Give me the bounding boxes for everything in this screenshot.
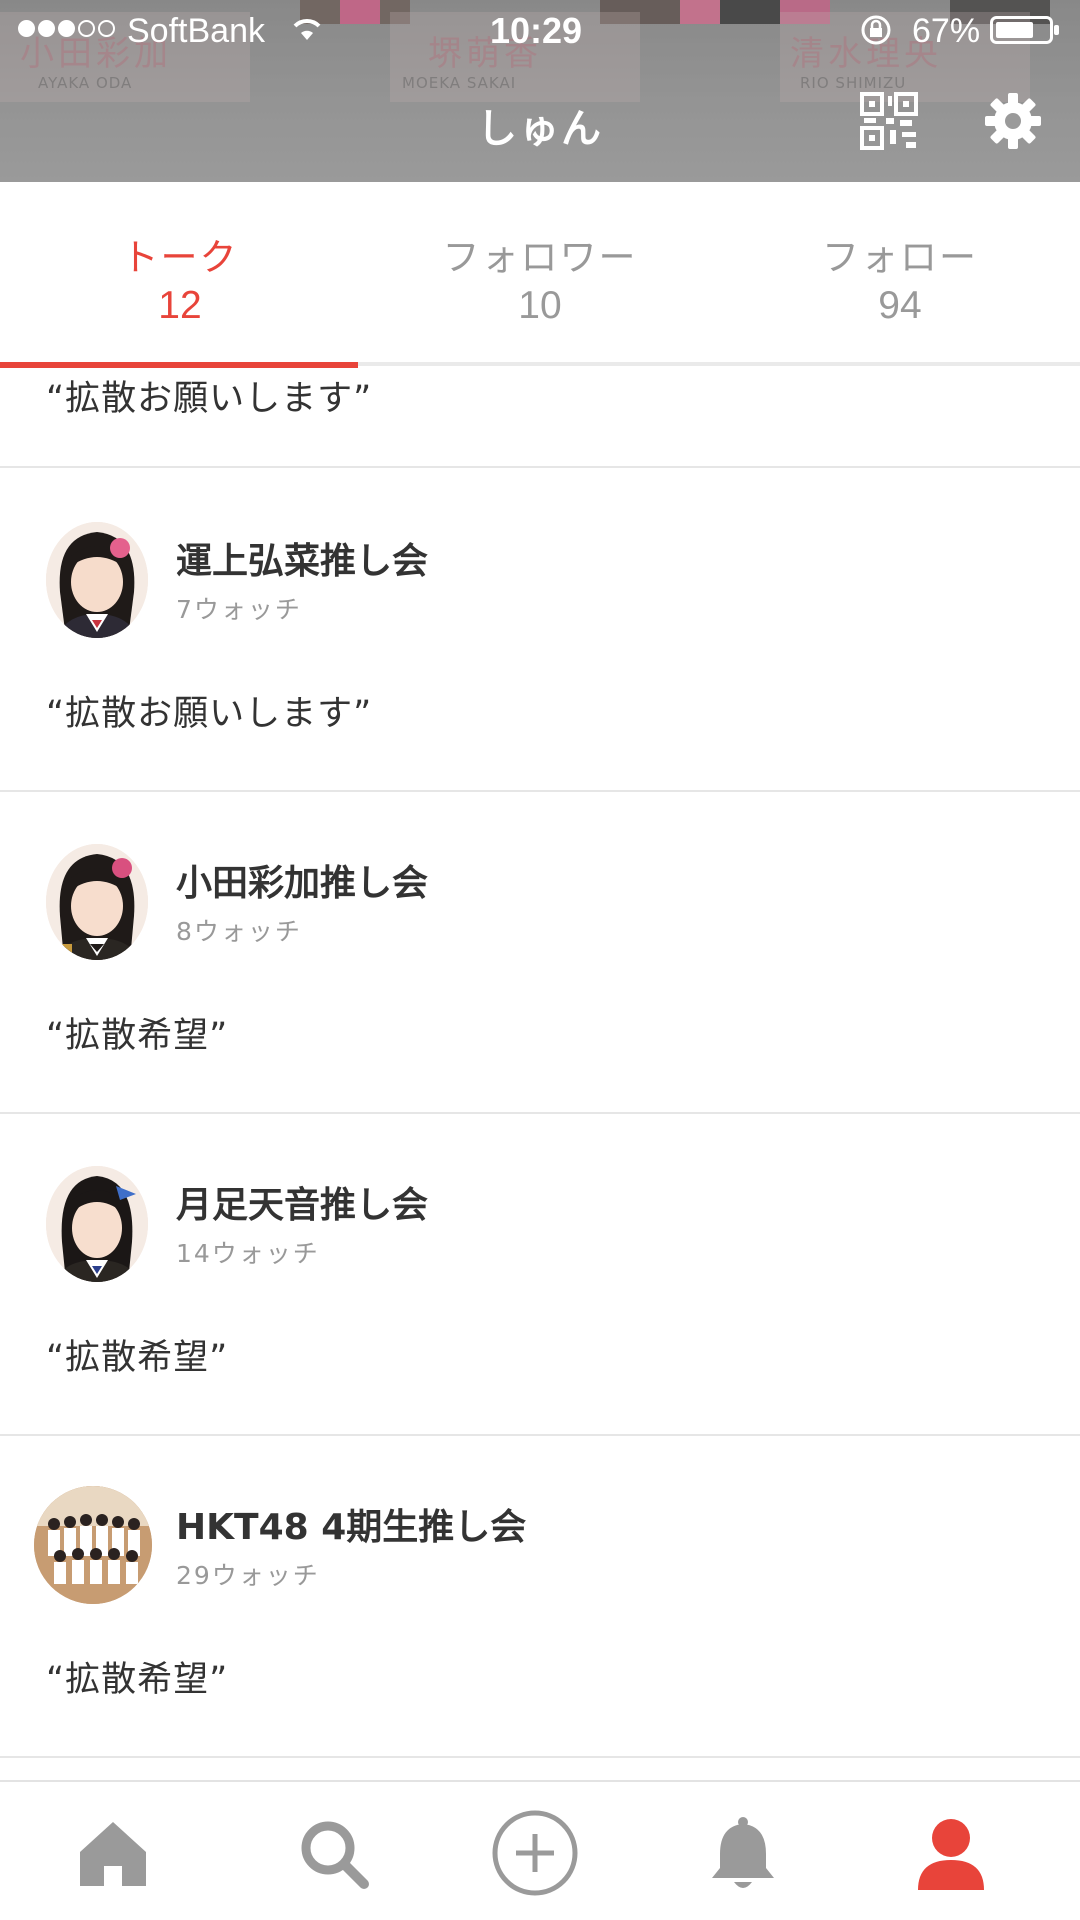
signal-icon bbox=[18, 20, 115, 37]
tab-following-label: フォロー bbox=[822, 236, 978, 279]
item-quote: “拡散希望” bbox=[46, 1338, 229, 1378]
item-quote: “拡散お願いします” bbox=[46, 694, 373, 734]
avatar[interactable] bbox=[46, 522, 148, 638]
bottom-nav bbox=[0, 1780, 1080, 1920]
item-quote: “拡散希望” bbox=[46, 1660, 229, 1700]
list-item[interactable]: 小田彩加推し会 8ウォッチ “拡散希望” bbox=[0, 792, 1080, 1114]
talk-feed[interactable]: “拡散お願いします” 運上弘菜推し会 7ウォッチ “拡散お願いします” 小田彩加… bbox=[0, 370, 1080, 1780]
item-title: 月足天音推し会 bbox=[176, 1185, 429, 1226]
tab-talk-count: 12 bbox=[158, 284, 202, 327]
item-quote: “拡散お願いします” bbox=[46, 379, 373, 419]
active-tab-indicator bbox=[0, 362, 358, 368]
avatar[interactable] bbox=[34, 1486, 152, 1604]
item-title: 運上弘菜推し会 bbox=[176, 541, 429, 582]
clock: 10:29 bbox=[490, 10, 583, 51]
add-circle-icon[interactable] bbox=[490, 1808, 580, 1898]
avatar[interactable] bbox=[46, 1166, 148, 1282]
search-icon[interactable] bbox=[288, 1808, 378, 1898]
profile-name: しゅん bbox=[477, 106, 603, 152]
item-watch-count: 14ウォッチ bbox=[176, 1239, 320, 1268]
profile-tabs: トーク 12 フォロワー 10 フォロー 94 bbox=[0, 182, 1080, 368]
item-watch-count: 29ウォッチ bbox=[176, 1561, 320, 1590]
item-title: 小田彩加推し会 bbox=[176, 863, 429, 904]
list-item[interactable]: 運上弘菜推し会 7ウォッチ “拡散お願いします” bbox=[0, 470, 1080, 792]
list-item[interactable]: HKT48 4期生推し会 29ウォッチ “拡散希望” bbox=[0, 1436, 1080, 1758]
bell-icon[interactable] bbox=[698, 1808, 788, 1898]
item-watch-count: 7ウォッチ bbox=[176, 595, 302, 624]
tab-talk-label: トーク bbox=[121, 236, 239, 279]
battery-percent: 67% bbox=[912, 12, 981, 50]
tab-followers-count: 10 bbox=[518, 284, 562, 327]
status-bar: SoftBank 10:29 67% bbox=[0, 0, 1080, 58]
item-quote: “拡散希望” bbox=[46, 1016, 229, 1056]
item-watch-count: 8ウォッチ bbox=[176, 917, 302, 946]
avatar[interactable] bbox=[46, 844, 148, 960]
battery-icon bbox=[990, 16, 1059, 44]
tab-following[interactable]: フォロー 94 bbox=[720, 182, 1080, 362]
list-item[interactable]: “拡散お願いします” bbox=[0, 370, 1080, 468]
wifi-icon bbox=[293, 19, 321, 40]
tab-followers-label: フォロワー bbox=[442, 236, 638, 279]
gear-icon[interactable] bbox=[984, 92, 1042, 150]
profile-header: 小田彩加 AYAKA ODA 堺萌香 MOEKA SAKAI 清水理央 RIO … bbox=[0, 0, 1080, 182]
home-icon[interactable] bbox=[68, 1808, 158, 1898]
profile-icon[interactable] bbox=[906, 1808, 996, 1898]
list-item[interactable]: 月足天音推し会 14ウォッチ “拡散希望” bbox=[0, 1114, 1080, 1436]
item-title: HKT48 4期生推し会 bbox=[176, 1507, 527, 1548]
tab-talk[interactable]: トーク 12 bbox=[0, 182, 360, 362]
tab-followers[interactable]: フォロワー 10 bbox=[360, 182, 720, 362]
qr-code-icon[interactable] bbox=[860, 92, 918, 150]
tab-following-count: 94 bbox=[878, 284, 922, 327]
rotation-lock-icon bbox=[861, 15, 891, 45]
carrier-name: SoftBank bbox=[127, 12, 265, 50]
